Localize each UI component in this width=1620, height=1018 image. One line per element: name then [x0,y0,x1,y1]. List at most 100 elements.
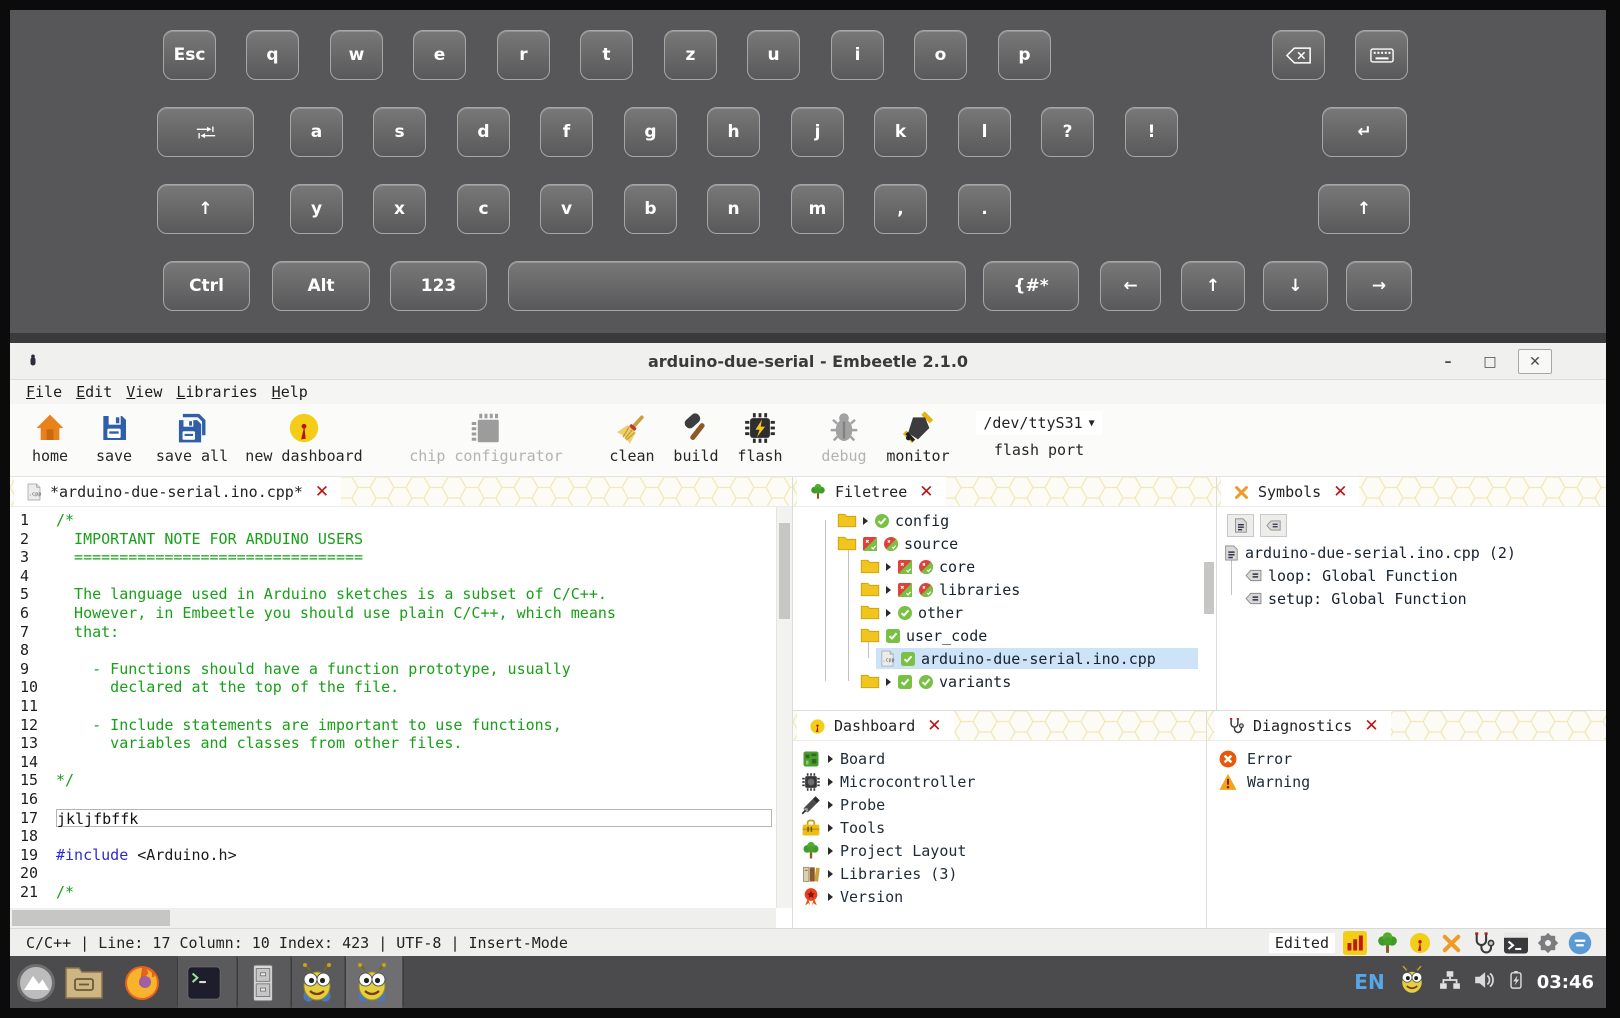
key-arrow-up[interactable]: ↑ [1181,261,1245,311]
key-u[interactable]: u [747,30,800,80]
menu-libraries[interactable]: Libraries [176,383,257,401]
symbols-sort-button[interactable] [1227,514,1254,537]
key-arrow-down[interactable]: ↓ [1263,261,1328,311]
key-tab[interactable] [157,107,254,157]
key-a[interactable]: a [290,107,343,157]
file-manager-icon[interactable] [62,962,106,1004]
diagnostics-tab[interactable]: Diagnostics ✕ [1215,711,1391,741]
embeetle-tray-icon[interactable] [1397,965,1427,999]
key-r[interactable]: r [497,30,550,80]
battery-icon[interactable] [1507,969,1525,995]
dashboard-item-libraries[interactable]: Libraries (3) [801,862,957,885]
key-w[interactable]: w [330,30,383,80]
symbols-close-icon[interactable]: ✕ [1333,482,1347,502]
key-c[interactable]: c [457,184,510,234]
filetree-scrollbar-thumb[interactable] [1204,562,1214,614]
editor-horizontal-scrollbar[interactable] [10,908,776,928]
key-b[interactable]: b [624,184,677,234]
dashboard-close-icon[interactable]: ✕ [927,716,941,736]
firefox-icon[interactable] [120,962,164,1004]
key-enter[interactable]: ↵ [1322,107,1407,157]
key-t[interactable]: t [580,30,633,80]
dashboard-item-tools[interactable]: Tools [801,816,885,839]
key-y[interactable]: y [290,184,343,234]
dashboard-item-version[interactable]: Version [801,885,903,908]
diagnostics-item-error[interactable]: Error [1219,747,1292,770]
embeetle-icon[interactable] [295,962,339,1004]
dashboard-tab[interactable]: Dashboard ✕ [797,711,954,741]
key-k[interactable]: k [874,107,927,157]
key-123[interactable]: 123 [390,261,487,311]
key-period[interactable]: . [958,184,1011,234]
key-l[interactable]: l [958,107,1011,157]
diagnostics-item-warning[interactable]: Warning [1219,770,1310,793]
key-o[interactable]: o [914,30,967,80]
key-hide-keyboard[interactable] [1355,30,1408,80]
filetree-row-config[interactable]: config [833,509,953,532]
save-button[interactable]: save [82,409,146,476]
key-shift-right[interactable]: ↑ [1318,184,1410,234]
editor-vertical-scrollbar[interactable] [776,507,792,908]
menu-file[interactable]: File [26,383,62,401]
key-q[interactable]: q [246,30,299,80]
filetree-row-ino-cpp[interactable]: .cpparduino-due-serial.ino.cpp [876,647,1198,670]
key-esc[interactable]: Esc [163,30,216,80]
symbols-tab[interactable]: Symbols ✕ [1221,477,1359,507]
key-s[interactable]: s [373,107,426,157]
key-d[interactable]: d [457,107,510,157]
key-h[interactable]: h [707,107,760,157]
filetree-row-source[interactable]: source [833,532,962,555]
flash-button[interactable]: flash [728,409,792,476]
key-space[interactable] [508,261,966,311]
distro-logo-icon[interactable] [14,962,58,1004]
symbols-row-loop[interactable]: loop: Global Function [1245,564,1458,587]
key-j[interactable]: j [791,107,844,157]
key-symbols[interactable]: {#* [983,261,1079,311]
dashboard-item-probe[interactable]: Probe [801,793,885,816]
key-v[interactable]: v [540,184,593,234]
scrollbar-thumb[interactable] [12,910,170,926]
stethoscope-icon[interactable] [1471,931,1496,956]
menu-help[interactable]: Help [272,383,308,401]
filetree-row-variants[interactable]: variants [856,670,1015,693]
gear-icon[interactable] [1536,931,1560,955]
key-arrow-right[interactable]: → [1346,261,1412,311]
key-f[interactable]: f [540,107,593,157]
key-ctrl[interactable]: Ctrl [163,261,250,311]
terminal-icon[interactable] [182,962,226,1004]
language-indicator[interactable]: EN [1354,970,1384,994]
chat-icon[interactable] [1568,931,1592,955]
key-comma[interactable]: , [874,184,927,234]
embeetle-icon-active[interactable] [350,962,394,1004]
key-p[interactable]: p [998,30,1051,80]
save-all-button[interactable]: save all [146,409,238,476]
key-alt[interactable]: Alt [272,261,370,311]
key-arrow-left[interactable]: ← [1100,261,1161,311]
key-backspace[interactable] [1272,30,1325,80]
filetree-tab[interactable]: Filetree ✕ [797,477,946,507]
clean-button[interactable]: clean [600,409,664,476]
dashboard-item-microcontroller[interactable]: Microcontroller [801,770,975,793]
debug-button[interactable]: debug [812,409,876,476]
maximize-button[interactable]: □ [1476,349,1504,374]
filetree-row-other[interactable]: other [856,601,967,624]
diagnostics-close-icon[interactable]: ✕ [1364,716,1378,736]
key-z[interactable]: z [664,30,717,80]
build-button[interactable]: build [664,409,728,476]
minimize-button[interactable]: – [1434,349,1462,374]
symbols-filter-button[interactable] [1260,514,1287,537]
flash-port-select[interactable]: /dev/ttyS31 ▼ [976,411,1102,435]
key-m[interactable]: m [791,184,844,234]
menu-edit[interactable]: Edit [76,383,112,401]
symbols-row-setup[interactable]: setup: Global Function [1245,587,1467,610]
dashboard-item-project-layout[interactable]: Project Layout [801,839,966,862]
menu-view[interactable]: View [126,383,162,401]
key-x[interactable]: x [373,184,426,234]
filetree-row-user-code[interactable]: user_code [856,624,991,647]
filetree-row-libraries[interactable]: libraries [856,578,1024,601]
terminal-icon[interactable] [1504,931,1528,955]
code-area[interactable]: 1/* 2 IMPORTANT NOTE FOR ARDUINO USERS 3… [10,507,776,908]
gauge-icon[interactable] [1408,931,1432,955]
key-exclaim[interactable]: ! [1125,107,1178,157]
key-shift-left[interactable]: ↑ [157,184,254,234]
